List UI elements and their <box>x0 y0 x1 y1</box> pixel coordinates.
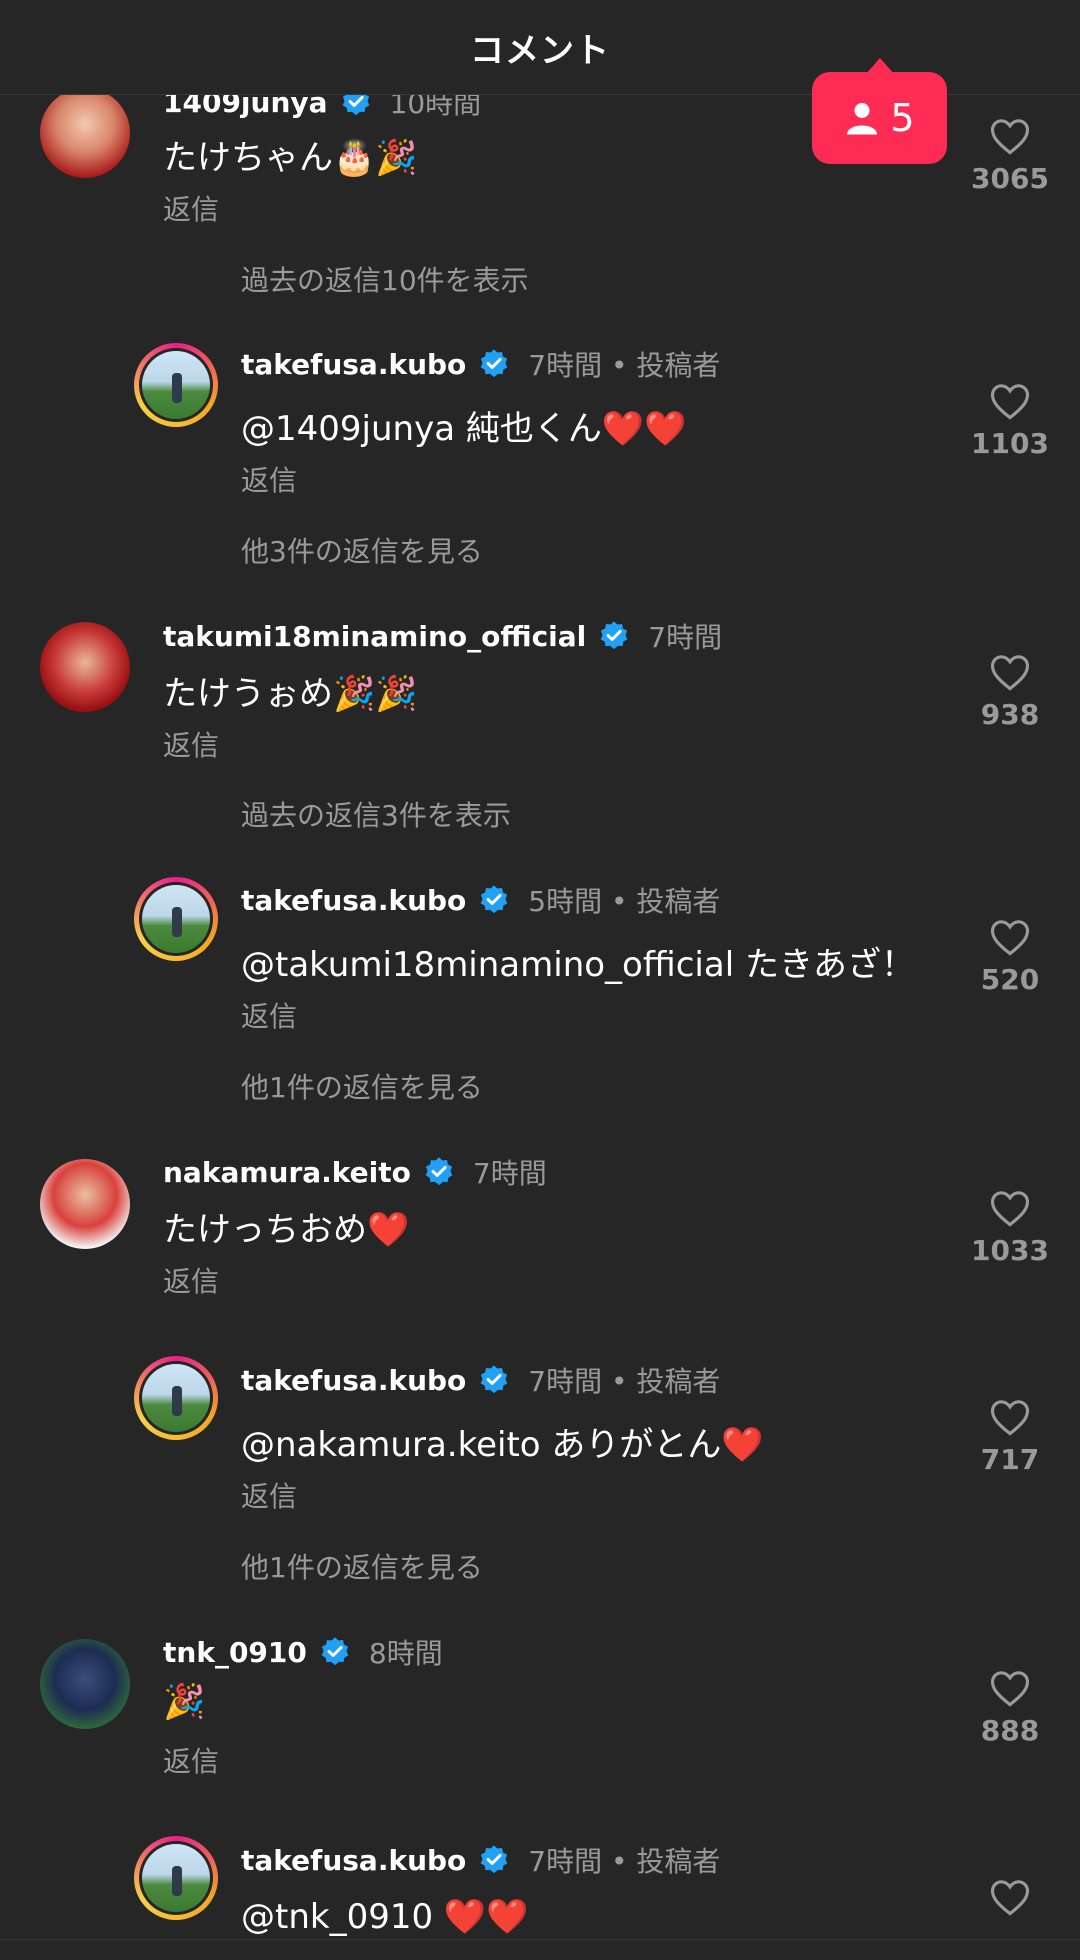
heart-icon <box>990 655 1030 691</box>
comment-time: 8時間 <box>368 1637 443 1670</box>
username[interactable]: takefusa.kubo <box>241 884 466 917</box>
reply-button[interactable]: 返信 <box>163 724 219 764</box>
reply-button[interactable]: 返信 <box>241 459 297 499</box>
notification-count: 5 <box>890 96 915 140</box>
verified-badge-icon <box>321 1637 349 1666</box>
comment-text: たけちゃん🎂🎉 <box>163 138 418 178</box>
like-count: 888 <box>980 1714 1040 1747</box>
comment-text: @1409junya 純也くん❤️❤️ <box>241 409 687 449</box>
like-button[interactable]: 717 <box>960 1397 1060 1476</box>
view-replies-button[interactable]: 過去の返信10件を表示 <box>241 259 529 299</box>
comment-text: @nakamura.keito ありがとん❤️ <box>241 1425 764 1465</box>
verified-badge-icon <box>425 1157 453 1186</box>
username[interactable]: takefusa.kubo <box>241 1364 466 1397</box>
comment-text: @tnk_0910 ❤️❤️ <box>241 1897 529 1937</box>
heart-icon <box>990 1191 1030 1227</box>
comment-text: たけっちおめ❤️ <box>163 1210 410 1250</box>
verified-badge-icon <box>480 1845 508 1874</box>
username[interactable]: takumi18minamino_official <box>163 620 586 653</box>
heart-icon <box>990 1671 1030 1707</box>
username[interactable]: takefusa.kubo <box>241 348 466 381</box>
reply-button[interactable]: 返信 <box>241 1475 297 1515</box>
heart-icon <box>990 384 1030 420</box>
like-button[interactable]: 1103 <box>960 381 1060 460</box>
heart-icon <box>990 1880 1030 1916</box>
avatar[interactable] <box>134 343 218 427</box>
avatar[interactable] <box>40 1159 130 1249</box>
heart-icon <box>990 1400 1030 1436</box>
heart-icon <box>990 920 1030 956</box>
view-replies-button[interactable]: 他3件の返信を見る <box>241 530 483 570</box>
avatar[interactable] <box>40 622 130 712</box>
reply-button[interactable]: 返信 <box>163 1740 219 1780</box>
comment-time: 7時間 • 投稿者 <box>528 349 721 382</box>
like-count: 1103 <box>971 427 1049 460</box>
reply-button[interactable]: 返信 <box>163 188 219 228</box>
verified-badge-icon <box>480 885 508 914</box>
username[interactable]: tnk_0910 <box>163 1636 307 1669</box>
avatar[interactable] <box>40 1639 130 1729</box>
like-button[interactable]: 938 <box>960 652 1060 731</box>
like-count: 520 <box>980 963 1040 996</box>
verified-badge-icon <box>600 621 628 650</box>
person-icon <box>847 103 878 135</box>
like-count: 1033 <box>971 1234 1049 1267</box>
like-button[interactable] <box>960 1877 1060 1917</box>
reply-button[interactable]: 返信 <box>163 1260 219 1300</box>
page-title: コメント <box>470 30 610 71</box>
like-button[interactable]: 3065 <box>960 116 1060 195</box>
view-replies-button[interactable]: 他1件の返信を見る <box>241 1546 483 1586</box>
verified-badge-icon <box>480 1365 508 1394</box>
follower-notification-bubble[interactable]: 5 <box>812 58 947 164</box>
heart-icon <box>990 119 1030 155</box>
comment-time: 5時間 • 投稿者 <box>528 885 721 918</box>
verified-badge-icon <box>480 349 508 378</box>
like-count: 938 <box>980 698 1040 731</box>
comment-text: @takumi18minamino_official たきあざ！ <box>241 945 915 985</box>
comment-time: 7時間 <box>648 621 723 654</box>
comment-time: 7時間 • 投稿者 <box>528 1845 721 1878</box>
like-button[interactable]: 1033 <box>960 1188 1060 1267</box>
username[interactable]: takefusa.kubo <box>241 1844 466 1877</box>
avatar[interactable] <box>134 1836 218 1920</box>
view-replies-button[interactable]: 他1件の返信を見る <box>241 1066 483 1106</box>
reply-button[interactable]: 返信 <box>241 995 297 1035</box>
avatar[interactable] <box>134 877 218 961</box>
avatar[interactable] <box>40 88 130 178</box>
comment-time: 7時間 • 投稿者 <box>528 1365 721 1398</box>
username[interactable]: nakamura.keito <box>163 1156 411 1189</box>
like-count: 717 <box>980 1443 1040 1476</box>
avatar[interactable] <box>134 1356 218 1440</box>
comment-time: 7時間 <box>472 1157 547 1190</box>
comment-text: たけうぉめ🎉🎉 <box>163 674 418 714</box>
view-replies-button[interactable]: 過去の返信3件を表示 <box>241 794 511 834</box>
like-button[interactable]: 888 <box>960 1668 1060 1747</box>
comment-text: 🎉 <box>163 1682 206 1722</box>
bottom-divider <box>0 1939 1080 1940</box>
like-button[interactable]: 520 <box>960 917 1060 996</box>
like-count: 3065 <box>971 162 1049 195</box>
